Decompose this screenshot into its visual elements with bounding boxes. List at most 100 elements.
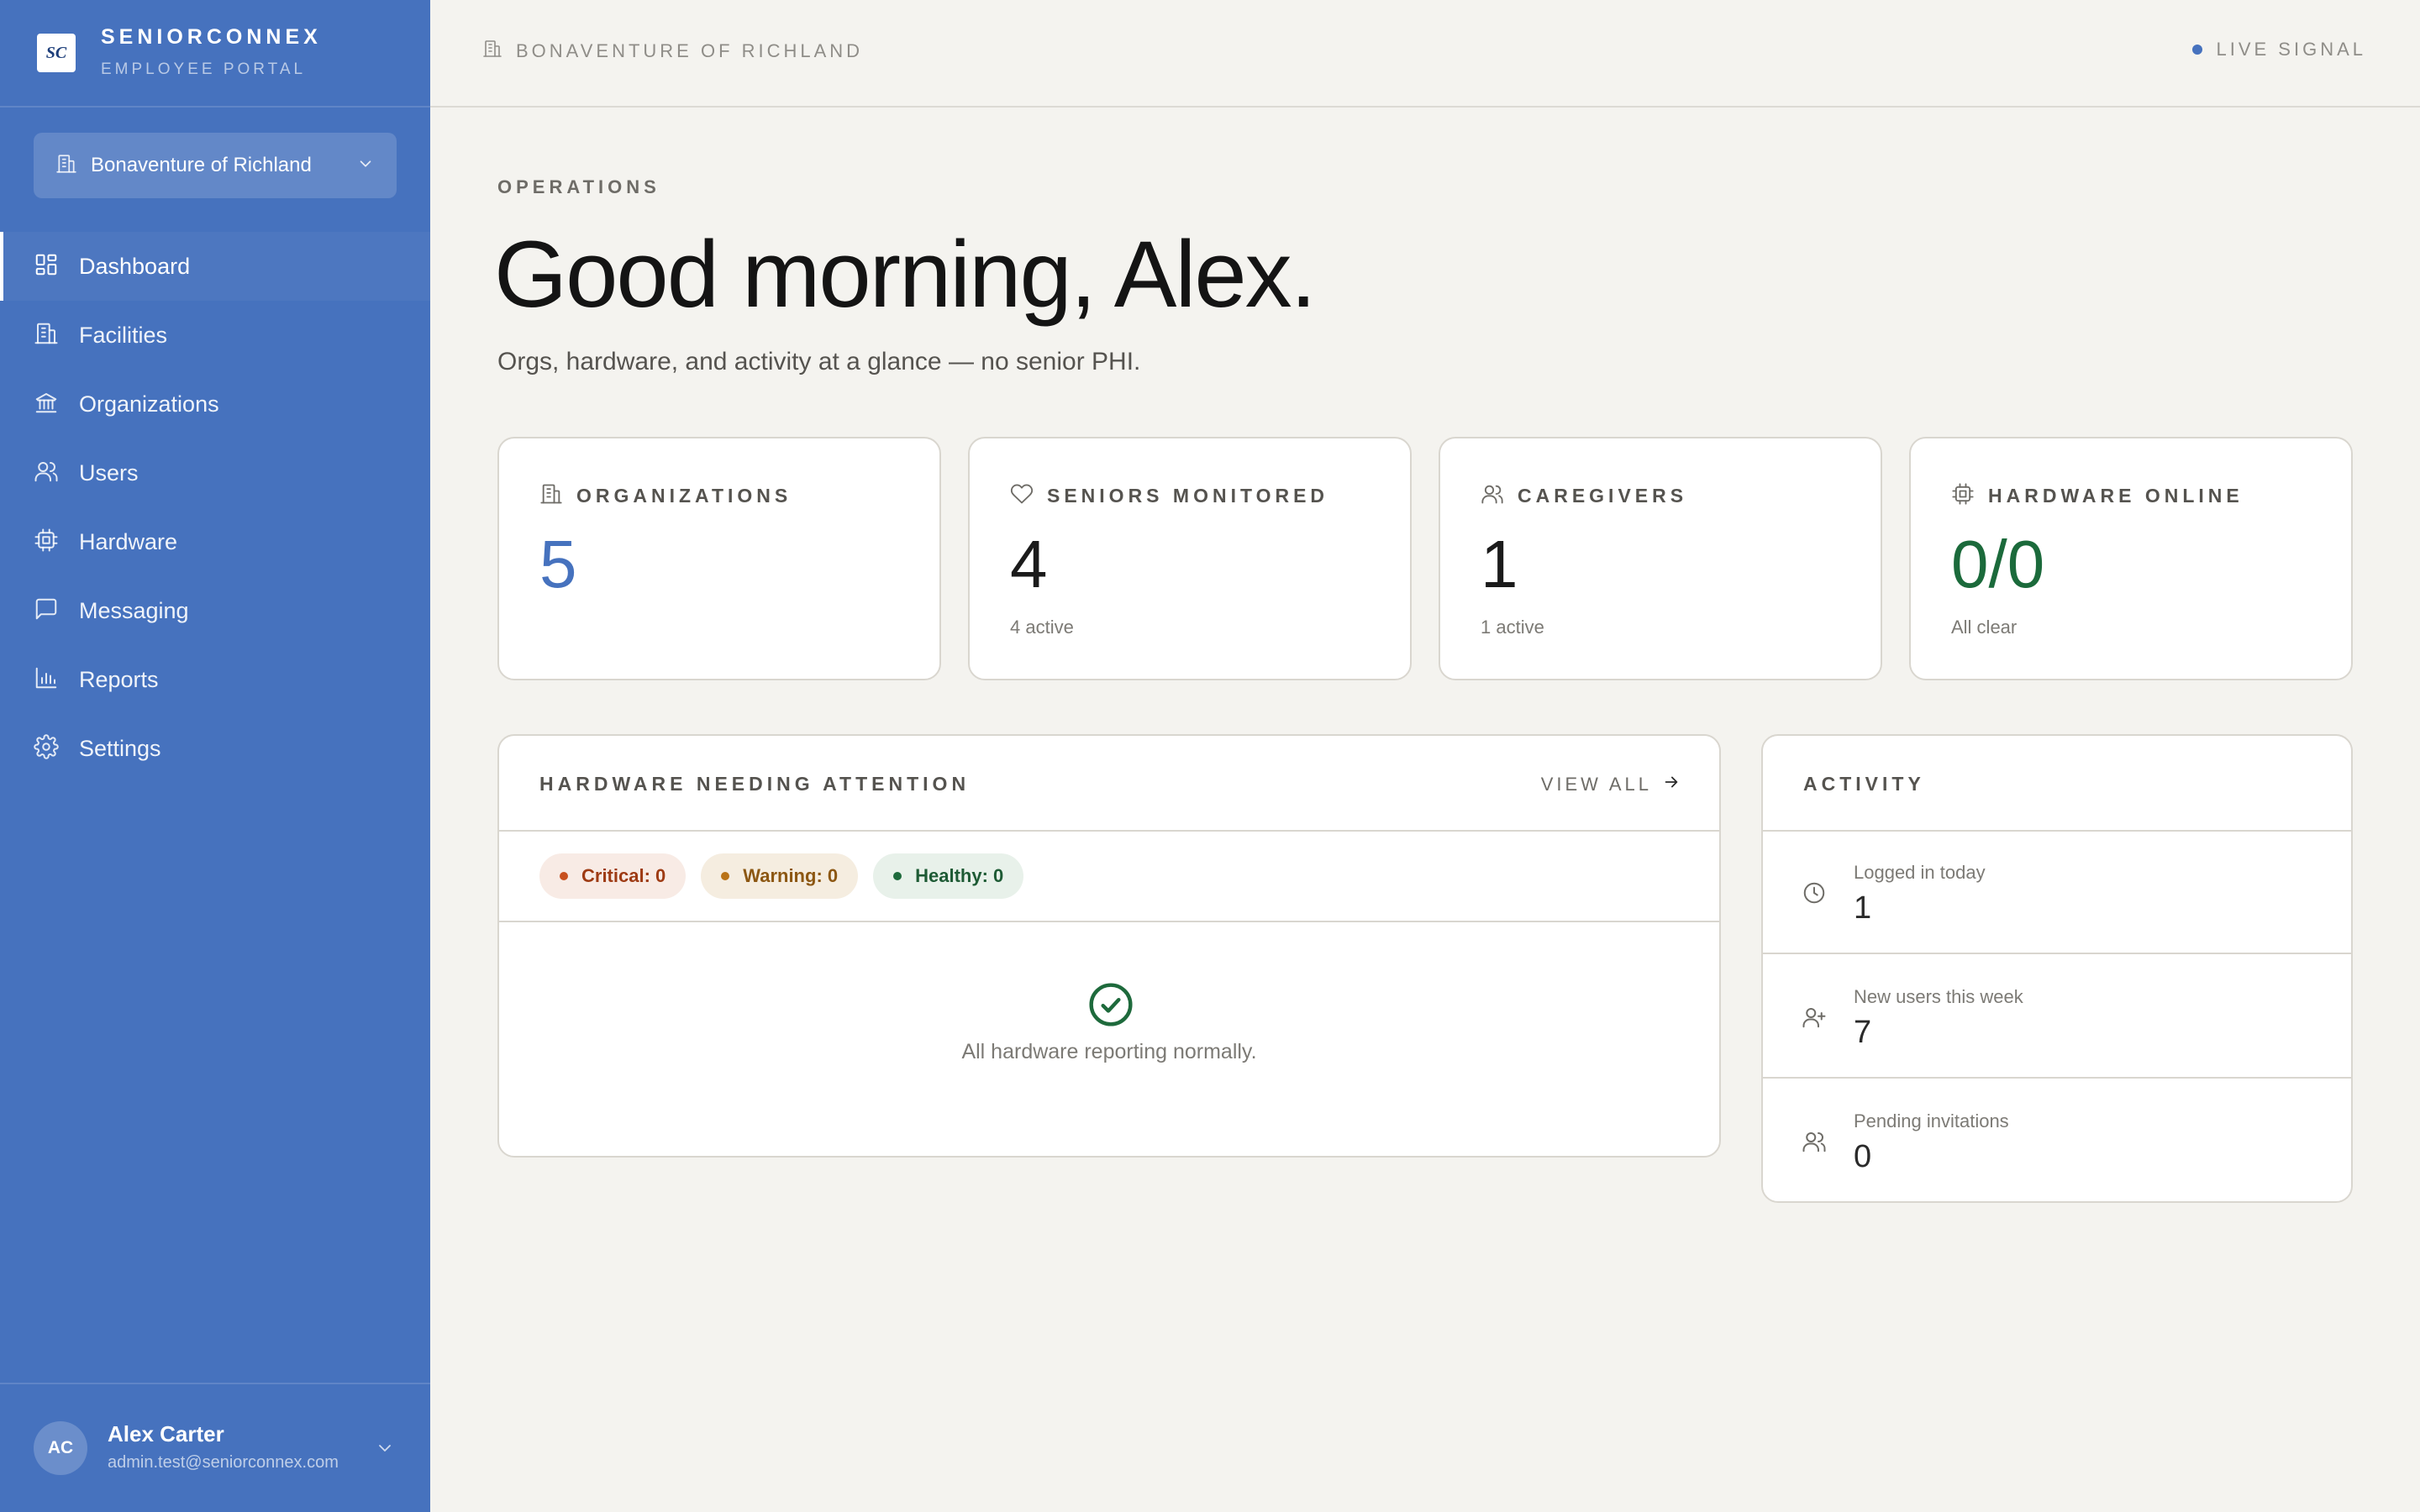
critical-dot-icon — [560, 872, 568, 880]
sidebar-item-organizations[interactable]: Organizations — [0, 370, 430, 438]
stat-title: CAREGIVERS — [1518, 485, 1688, 507]
page-subtitle: Orgs, hardware, and activity at a glance… — [497, 348, 1141, 375]
activity-value: 1 — [1854, 890, 1872, 926]
critical-chip[interactable]: Critical: 0 — [539, 853, 687, 899]
live-dot-icon — [2192, 45, 2203, 55]
stat-card-hardware-online[interactable]: HARDWARE ONLINE 0/0 All clear — [1909, 437, 2353, 680]
sidebar-item-reports[interactable]: Reports — [0, 645, 430, 714]
stat-value: 1 — [1481, 527, 1518, 601]
breadcrumb-facility: BONAVENTURE OF RICHLAND — [516, 39, 864, 61]
stat-title: HARDWARE ONLINE — [1988, 485, 2244, 507]
sidebar-item-users[interactable]: Users — [0, 438, 430, 507]
chip-icon — [1951, 482, 1975, 510]
sidebar-item-facilities[interactable]: Facilities — [0, 301, 430, 370]
warning-dot-icon — [721, 872, 730, 880]
chevron-down-icon[interactable] — [375, 1438, 395, 1462]
panel-title: HARDWARE NEEDING ATTENTION — [539, 773, 971, 795]
activity-label: Pending invitations — [1854, 1110, 2009, 1131]
stat-card-header: HARDWARE ONLINE — [1951, 482, 2244, 510]
bar-chart-icon — [34, 665, 59, 695]
brand-name: SENIORCONNEX — [101, 25, 322, 49]
sidebar-item-dashboard[interactable]: Dashboard — [0, 232, 430, 301]
hardware-attention-panel: HARDWARE NEEDING ATTENTION VIEW ALL Crit… — [497, 734, 1721, 1158]
stat-value: 0/0 — [1951, 527, 2045, 601]
clock-icon — [1802, 880, 1827, 910]
sidebar: SC SENIORCONNEX EMPLOYEE PORTAL Bonavent… — [0, 0, 430, 1512]
sidebar-item-label: Hardware — [79, 528, 178, 554]
stat-card-header: CAREGIVERS — [1481, 482, 1687, 510]
page-title: Good morning, Alex. — [494, 222, 1317, 327]
activity-row-pending-invitations: Pending invitations 0 — [1763, 1080, 2351, 1203]
stat-subtext: 4 active — [1010, 617, 1074, 638]
panel-title: ACTIVITY — [1803, 773, 1925, 795]
brand-logo-text: SC — [45, 43, 67, 62]
user-plus-icon — [1802, 1005, 1827, 1034]
building-icon — [55, 153, 77, 179]
brand-header: SC SENIORCONNEX EMPLOYEE PORTAL — [0, 0, 430, 108]
sidebar-item-label: Reports — [79, 666, 159, 692]
empty-state: All hardware reporting normally. — [499, 922, 1719, 1158]
live-signal-label: LIVE SIGNAL — [2216, 39, 2366, 60]
stat-title: SENIORS MONITORED — [1047, 485, 1329, 507]
healthy-chip[interactable]: Healthy: 0 — [873, 853, 1024, 899]
user-name: Alex Carter — [108, 1421, 224, 1446]
check-circle-icon — [1087, 981, 1134, 1032]
message-icon — [34, 596, 59, 626]
sidebar-item-hardware[interactable]: Hardware — [0, 507, 430, 576]
user-account[interactable]: AC Alex Carter admin.test@seniorconnex.c… — [0, 1383, 430, 1512]
activity-label: New users this week — [1854, 986, 2023, 1007]
brand-subtitle: EMPLOYEE PORTAL — [101, 60, 307, 78]
empty-state-message: All hardware reporting normally. — [961, 1040, 1257, 1063]
sidebar-item-messaging[interactable]: Messaging — [0, 576, 430, 645]
status-chips: Critical: 0 Warning: 0 Healthy: 0 — [499, 832, 1719, 922]
stat-card-header: SENIORS MONITORED — [1010, 482, 1328, 510]
building-icon — [539, 482, 563, 510]
building-icon — [482, 39, 502, 63]
user-email: admin.test@seniorconnex.com — [108, 1453, 339, 1472]
panel-header: HARDWARE NEEDING ATTENTION VIEW ALL — [499, 736, 1719, 832]
gear-icon — [34, 733, 59, 764]
top-bar: BONAVENTURE OF RICHLAND LIVE SIGNAL — [430, 0, 2420, 108]
avatar: AC — [34, 1421, 87, 1475]
stat-title: ORGANIZATIONS — [576, 485, 792, 507]
stat-card-caregivers[interactable]: CAREGIVERS 1 1 active — [1439, 437, 1882, 680]
warning-chip-label: Warning: 0 — [743, 865, 839, 886]
sidebar-item-label: Messaging — [79, 597, 189, 623]
chip-icon — [34, 528, 59, 557]
stat-subtext: 1 active — [1481, 617, 1544, 638]
section-eyebrow: OPERATIONS — [497, 176, 660, 197]
stat-card-header: ORGANIZATIONS — [539, 482, 792, 510]
stat-card-seniors-monitored[interactable]: SENIORS MONITORED 4 4 active — [968, 437, 1412, 680]
dashboard-grid-icon — [34, 252, 59, 281]
panel-header: ACTIVITY — [1763, 736, 2351, 832]
building-icon — [34, 321, 59, 350]
sidebar-item-settings[interactable]: Settings — [0, 714, 430, 783]
sidebar-nav: Dashboard Facilities Organizations Users… — [0, 232, 430, 783]
sidebar-item-label: Settings — [79, 735, 161, 761]
users-icon — [34, 459, 59, 488]
warning-chip[interactable]: Warning: 0 — [701, 853, 859, 899]
activity-row-logged-in: Logged in today 1 — [1763, 832, 2351, 954]
facility-selector-value: Bonaventure of Richland — [91, 154, 312, 176]
institution-icon — [34, 390, 59, 419]
activity-value: 0 — [1854, 1139, 1872, 1174]
users-icon — [1802, 1129, 1827, 1158]
view-all-link[interactable]: VIEW ALL — [1541, 773, 1681, 795]
live-signal-status: LIVE SIGNAL — [2192, 39, 2366, 60]
sidebar-item-label: Dashboard — [79, 253, 191, 279]
stat-subtext: All clear — [1951, 617, 2018, 638]
sidebar-item-label: Facilities — [79, 322, 168, 348]
critical-chip-label: Critical: 0 — [581, 865, 666, 886]
stat-value: 5 — [539, 527, 577, 601]
activity-panel: ACTIVITY Logged in today 1 New users thi… — [1761, 734, 2353, 1203]
facility-selector[interactable]: Bonaventure of Richland — [34, 133, 397, 198]
heart-icon — [1010, 482, 1034, 510]
activity-row-new-users: New users this week 7 — [1763, 956, 2351, 1079]
view-all-label: VIEW ALL — [1540, 773, 1652, 795]
sidebar-item-label: Organizations — [79, 391, 219, 417]
stat-card-organizations[interactable]: ORGANIZATIONS 5 — [497, 437, 941, 680]
sidebar-item-label: Users — [79, 459, 139, 486]
breadcrumb: BONAVENTURE OF RICHLAND — [482, 39, 863, 63]
arrow-right-icon — [1662, 773, 1681, 795]
chevron-down-icon — [356, 155, 375, 177]
